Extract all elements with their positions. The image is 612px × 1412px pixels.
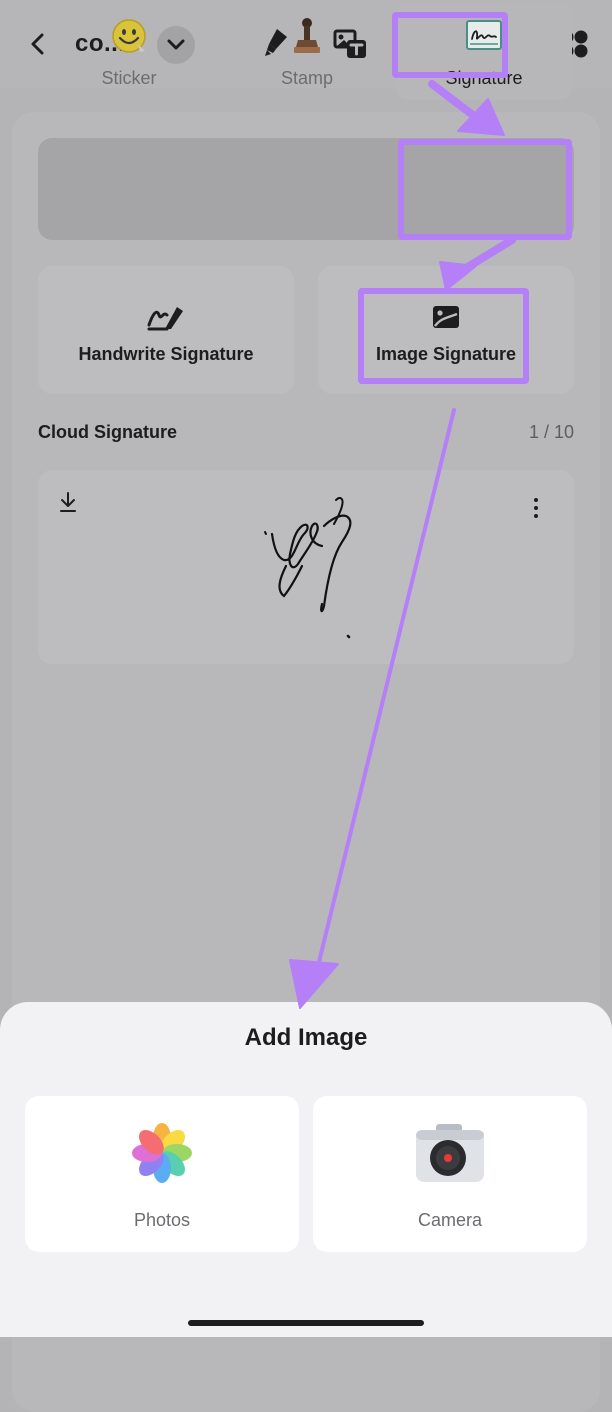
highlight-image-signature xyxy=(358,288,529,384)
download-button[interactable] xyxy=(58,490,78,514)
photos-option-button[interactable]: Photos xyxy=(25,1096,299,1252)
camera-app-icon xyxy=(416,1124,484,1182)
handwrite-signature-button[interactable]: Handwrite Signature xyxy=(38,266,294,394)
more-options-button[interactable] xyxy=(526,494,546,522)
tab-sticker[interactable]: Sticker xyxy=(40,0,218,102)
tab-stamp-label: Stamp xyxy=(280,68,334,88)
download-icon xyxy=(60,492,76,512)
highlight-signature-tab xyxy=(398,139,572,240)
more-vertical-icon xyxy=(534,498,538,518)
tab-stamp[interactable]: Stamp xyxy=(218,0,396,102)
highlight-add-image-tool xyxy=(392,12,508,78)
stamp-icon xyxy=(294,18,320,53)
camera-option-button[interactable]: Camera xyxy=(313,1096,587,1252)
smiley-sticker-icon xyxy=(112,19,146,53)
handwrite-signature-label: Handwrite Signature xyxy=(78,344,254,364)
photos-app-icon xyxy=(132,1123,192,1183)
sheet-title: Add Image xyxy=(244,1024,368,1051)
camera-option-label: Camera xyxy=(417,1210,483,1230)
photos-option-label: Photos xyxy=(133,1210,191,1230)
handwrite-icon xyxy=(147,307,183,331)
tab-sticker-label: Sticker xyxy=(101,68,157,88)
cloud-signature-heading: Cloud Signature xyxy=(38,422,177,442)
cloud-signature-count: 1 / 10 xyxy=(528,422,574,442)
home-indicator xyxy=(188,1320,424,1326)
signature-preview-image xyxy=(250,486,380,642)
